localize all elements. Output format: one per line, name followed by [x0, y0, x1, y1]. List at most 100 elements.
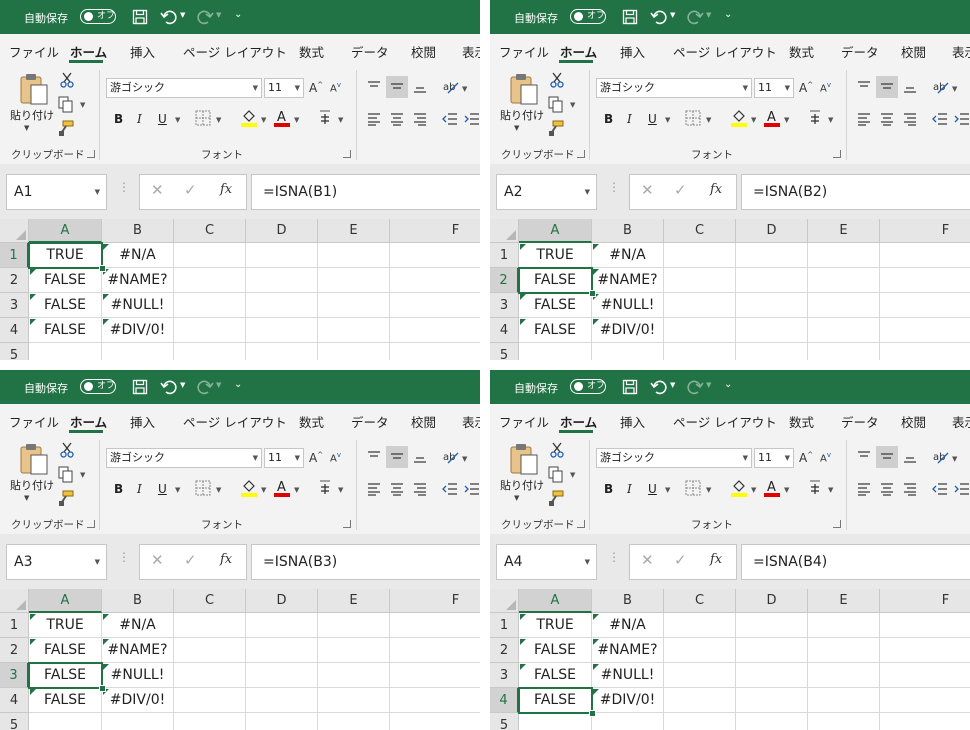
align-left-icon[interactable] [857, 112, 871, 126]
align-bottom-icon[interactable] [413, 80, 427, 94]
undo-icon[interactable] [160, 8, 178, 26]
paste-icon[interactable] [508, 442, 542, 476]
orientation-dropdown-icon[interactable]: ▼ [462, 85, 467, 93]
font-color-dropdown-icon[interactable]: ▼ [294, 486, 299, 494]
column-header-c[interactable]: C [174, 589, 246, 613]
cell-c3[interactable] [174, 663, 246, 688]
align-top-icon[interactable] [857, 80, 871, 94]
cell-d5[interactable] [736, 713, 808, 730]
cell-f3[interactable] [880, 663, 970, 688]
phonetic-guide-icon[interactable] [808, 108, 822, 126]
cut-icon[interactable] [550, 442, 564, 458]
cell-e3[interactable] [318, 663, 390, 688]
phonetic-guide-icon[interactable] [808, 478, 822, 496]
cell-d5[interactable] [246, 343, 318, 360]
underline-button[interactable]: U [648, 112, 657, 126]
cell-b2[interactable]: #NAME? [592, 268, 664, 293]
cell-c5[interactable] [174, 343, 246, 360]
row-header-3[interactable]: 3 [490, 293, 519, 318]
cell-d4[interactable] [246, 318, 318, 343]
cell-f4[interactable] [390, 318, 480, 343]
tab-review[interactable]: 校閲 [901, 42, 926, 61]
cell-e4[interactable] [318, 688, 390, 713]
tab-formulas[interactable]: 数式 [789, 42, 814, 61]
cell-e1[interactable] [808, 243, 880, 268]
tab-insert[interactable]: 挿入 [130, 42, 155, 61]
bold-button[interactable]: B [604, 482, 613, 496]
cell-b1[interactable]: #N/A [592, 613, 664, 638]
clipboard-launcher-icon[interactable] [87, 150, 95, 158]
align-left-icon[interactable] [367, 112, 381, 126]
phonetic-guide-icon[interactable] [318, 108, 332, 126]
cell-a1[interactable]: TRUE [29, 243, 102, 268]
cell-a4[interactable]: FALSE [519, 318, 592, 343]
cancel-icon[interactable]: ✕ [151, 181, 164, 199]
formula-bar-grip-icon[interactable]: ⋮ [608, 550, 620, 564]
cut-icon[interactable] [60, 72, 74, 88]
cell-a3[interactable]: FALSE [519, 293, 592, 318]
cell-f4[interactable] [390, 688, 480, 713]
cell-c4[interactable] [664, 688, 736, 713]
fill-color-dropdown-icon[interactable]: ▼ [751, 116, 756, 124]
cancel-icon[interactable]: ✕ [641, 551, 654, 569]
cell-f5[interactable] [390, 713, 480, 730]
cell-b5[interactable] [592, 343, 664, 360]
row-header-4[interactable]: 4 [490, 688, 519, 713]
align-left-icon[interactable] [857, 482, 871, 496]
enter-icon[interactable]: ✓ [674, 551, 687, 569]
cell-d1[interactable] [246, 243, 318, 268]
insert-function-icon[interactable]: fx [710, 182, 722, 197]
select-all-corner[interactable] [0, 219, 29, 243]
tab-review[interactable]: 校閲 [901, 412, 926, 431]
undo-dropdown-icon[interactable]: ▼ [670, 11, 675, 19]
column-header-a[interactable]: A [519, 589, 592, 613]
save-icon[interactable] [622, 379, 638, 395]
customize-qat-icon[interactable]: ⌄ [234, 9, 242, 20]
cell-d4[interactable] [736, 688, 808, 713]
paste-dropdown-icon[interactable]: ▼ [24, 124, 29, 132]
cell-c2[interactable] [174, 638, 246, 663]
chevron-down-icon[interactable]: ▼ [585, 545, 590, 579]
cell-e5[interactable] [808, 713, 880, 730]
font-color-icon[interactable]: A [764, 478, 780, 497]
copy-icon[interactable] [548, 466, 564, 483]
formula-bar-grip-icon[interactable]: ⋮ [118, 180, 130, 194]
cut-icon[interactable] [550, 72, 564, 88]
chevron-down-icon[interactable]: ▼ [585, 175, 590, 209]
tab-insert[interactable]: 挿入 [620, 412, 645, 431]
cell-f2[interactable] [880, 268, 970, 293]
decrease-font-size-icon[interactable]: Av [820, 451, 831, 464]
cell-b2[interactable]: #NAME? [592, 638, 664, 663]
decrease-indent-icon[interactable] [442, 482, 458, 496]
tab-home[interactable]: ホーム [560, 42, 597, 61]
phonetic-dropdown-icon[interactable]: ▼ [828, 116, 833, 124]
paste-label[interactable]: 貼り付け [10, 477, 54, 493]
orientation-icon[interactable]: ab [442, 448, 460, 466]
increase-font-size-icon[interactable]: A^ [309, 81, 323, 95]
align-center-icon[interactable] [390, 112, 404, 126]
undo-dropdown-icon[interactable]: ▼ [180, 11, 185, 19]
cell-b2[interactable]: #NAME? [102, 268, 174, 293]
cell-b3[interactable]: #NULL! [102, 663, 174, 688]
format-painter-icon[interactable] [58, 490, 75, 507]
tab-home[interactable]: ホーム [70, 412, 107, 431]
tab-data[interactable]: データ [351, 42, 389, 61]
align-left-icon[interactable] [367, 482, 381, 496]
row-header-1[interactable]: 1 [490, 613, 519, 638]
cell-c4[interactable] [174, 318, 246, 343]
increase-indent-icon[interactable] [954, 112, 970, 126]
align-middle-icon[interactable] [390, 80, 404, 94]
italic-button[interactable]: I [627, 112, 632, 126]
tab-formulas[interactable]: 数式 [789, 412, 814, 431]
bold-button[interactable]: B [604, 112, 613, 126]
column-header-a[interactable]: A [29, 589, 102, 613]
row-header-1[interactable]: 1 [490, 243, 519, 268]
cell-e5[interactable] [318, 343, 390, 360]
formula-input[interactable]: =ISNA(B4) [741, 544, 970, 580]
orientation-icon[interactable]: ab [932, 78, 950, 96]
paste-label[interactable]: 貼り付け [500, 477, 544, 493]
decrease-font-size-icon[interactable]: Av [330, 451, 341, 464]
column-header-d[interactable]: D [246, 589, 318, 613]
insert-function-icon[interactable]: fx [710, 552, 722, 567]
tab-file[interactable]: ファイル [9, 412, 59, 431]
